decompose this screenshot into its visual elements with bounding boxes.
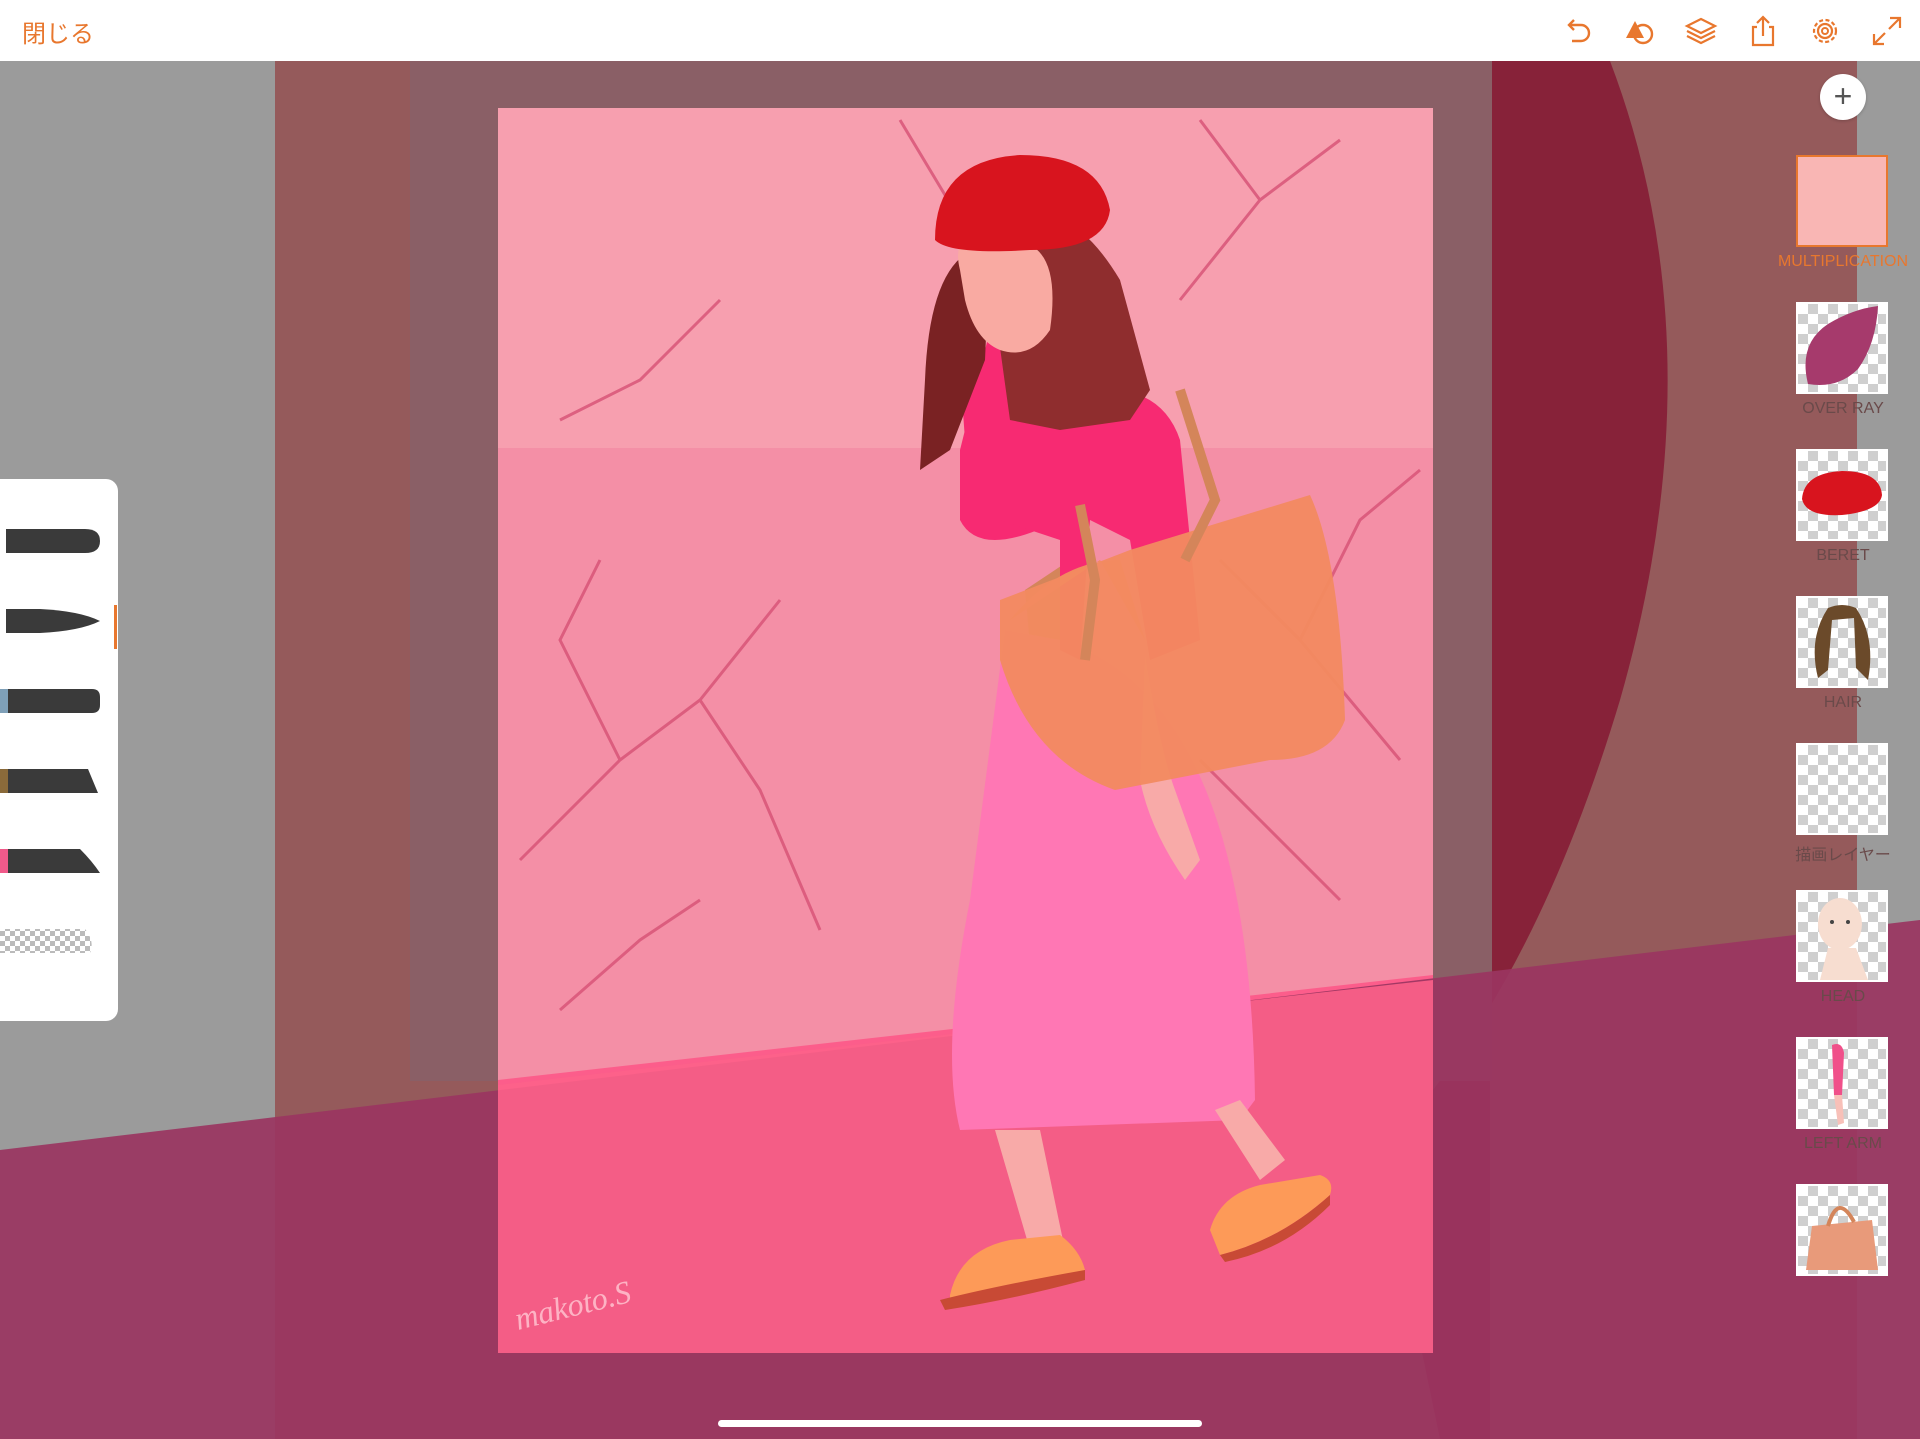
layer-thumbnail (1796, 1184, 1888, 1276)
layer-beret[interactable]: BERET (1770, 449, 1920, 589)
layer-label: BERET (1816, 547, 1870, 564)
layer-thumbnail (1796, 449, 1888, 541)
layer-thumbnail (1796, 743, 1888, 835)
layer-drawing[interactable]: 描画レイヤー (1770, 743, 1920, 883)
layer-thumbnail (1796, 596, 1888, 688)
shape-icon[interactable] (1620, 12, 1658, 50)
layer-thumbnail (1796, 302, 1888, 394)
brush-taper[interactable] (0, 831, 118, 901)
layer-label: 描画レイヤー (1795, 847, 1891, 864)
brush-wide[interactable] (0, 751, 118, 821)
brush-flat[interactable] (0, 671, 118, 741)
layer-left-arm[interactable]: LEFT ARM (1770, 1037, 1920, 1177)
brush-round[interactable] (0, 511, 118, 581)
layer-label: MULTIPLICATION (1777, 253, 1909, 270)
layer-thumbnail (1796, 155, 1888, 247)
toolbar-icons (1558, 12, 1906, 50)
brush-palette (0, 479, 118, 1021)
layer-thumbnail (1796, 890, 1888, 982)
layer-head[interactable]: HEAD (1770, 890, 1920, 1030)
brush-pointed[interactable] (0, 591, 118, 661)
share-icon[interactable] (1744, 12, 1782, 50)
layer-bag[interactable] (1770, 1184, 1920, 1324)
settings-icon[interactable] (1806, 12, 1844, 50)
undo-icon[interactable] (1558, 12, 1596, 50)
layer-label: OVER RAY (1802, 400, 1884, 417)
layers-icon[interactable] (1682, 12, 1720, 50)
layer-label: HEAD (1820, 988, 1866, 1005)
top-toolbar: 閉じる (0, 0, 1920, 61)
layer-multiplication[interactable]: MULTIPLICATION (1770, 155, 1920, 295)
close-button[interactable]: 閉じる (22, 14, 94, 49)
fullscreen-icon[interactable] (1868, 12, 1906, 50)
layer-hair[interactable]: HAIR (1770, 596, 1920, 736)
layer-thumbnail (1796, 1037, 1888, 1129)
canvas-area[interactable]: makoto.S (0, 61, 1920, 1439)
home-indicator[interactable] (718, 1420, 1202, 1427)
artwork-canvas[interactable]: makoto.S (0, 61, 1920, 1439)
layer-over-ray[interactable]: OVER RAY (1770, 302, 1920, 442)
layer-label: HAIR (1823, 694, 1863, 711)
add-layer-button[interactable]: + (1820, 74, 1866, 120)
eraser[interactable] (0, 911, 118, 981)
layer-panel: + MULTIPLICATION OVER RAY BERET HAIR 描画レ… (1770, 0, 1920, 1378)
layer-label: LEFT ARM (1804, 1135, 1882, 1152)
